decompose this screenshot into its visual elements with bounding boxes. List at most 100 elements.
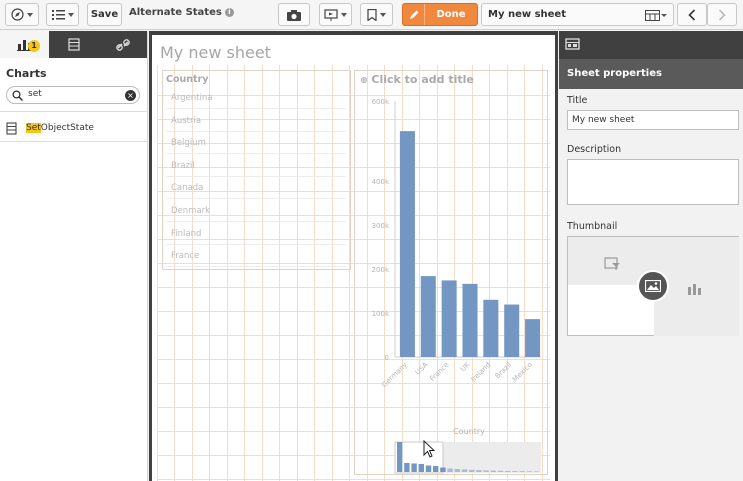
x-tick-label: France [428,361,450,383]
mini-chart-bar [454,469,460,472]
presentation-button[interactable] [319,3,352,26]
bar-chart-icon [688,284,701,295]
description-label: Description [567,144,622,155]
x-tick-label: Mexico [511,361,534,384]
list-icon [51,10,65,20]
search-value: set [28,89,42,99]
bar [462,283,478,357]
y-tick-label: 400k [372,178,390,186]
y-tick-label: 300k [372,222,390,230]
sheet-properties-icon[interactable] [565,38,581,52]
title-field[interactable]: My new sheet [567,110,739,130]
y-tick-label: 100k [372,310,390,318]
mini-chart-bar [533,471,540,472]
bookmark-icon [367,8,377,21]
mini-chart-bar [526,471,532,472]
navigation-compass-button[interactable] [5,3,39,26]
filter-pane-header: Country [166,74,209,85]
camera-icon [287,9,301,21]
title-label: Title [567,95,588,106]
result-label: ObjectState [40,123,94,133]
mini-chart-bar [447,468,453,472]
bookmark-button[interactable] [360,3,393,26]
compass-icon [11,8,24,21]
bar [420,276,436,357]
filter-item[interactable]: Belgium [166,132,346,155]
filter-item[interactable]: Finland [166,223,346,245]
y-tick-label: 600k [372,98,390,106]
filter-item[interactable]: Canada [166,177,346,200]
bar [504,304,520,357]
divider [0,111,147,112]
next-sheet-button[interactable] [707,3,737,26]
filter-item[interactable]: Austria [166,110,346,132]
master-items-icon [67,38,80,51]
mouse-cursor-icon [423,440,436,458]
alternate-states-label: Alternate States [129,7,222,18]
current-sheet-name: My new sheet [488,9,566,20]
properties-panel: Sheet properties Title My new sheet Desc… [559,31,743,481]
info-icon[interactable]: i [224,8,234,17]
x-tick-label: USA [414,361,430,377]
sheet-canvas[interactable]: My new sheet Country Argentina Austria Bel… [152,35,555,481]
filter-item[interactable]: Denmark [166,200,346,222]
mini-chart-bar [440,467,446,472]
chevron-right-icon [718,8,726,21]
assets-panel: 1 Charts set × Set ObjectState [0,31,148,481]
filter-item[interactable]: Brazil [166,155,346,177]
global-menu-button[interactable] [46,3,79,26]
mini-chart-bar [497,470,504,472]
mini-chart-bar [512,471,518,472]
save-button[interactable]: Save [87,3,122,26]
mini-chart-bar [505,471,511,472]
chart-result-setobjectstate[interactable]: Set ObjectState [6,120,94,136]
search-input[interactable]: set × [6,86,140,104]
tab-links[interactable] [98,31,147,58]
mini-chart-bar [461,469,468,472]
sheet-grid-icon[interactable] [645,9,667,30]
x-tick-label: Ireland [469,361,492,384]
grid-guide-line [157,479,550,480]
app-window: Save Alternate States i Done My new sheet [0,0,743,481]
thumbnail-label: Thumbnail [567,221,618,232]
sheet-title[interactable]: My new sheet [160,43,271,62]
mini-chart-bar [490,470,496,472]
x-tick-label: Brazil [494,361,514,381]
tab-charts[interactable]: 1 [0,31,49,58]
mini-chart-bar [476,470,482,472]
mini-chart-bar [483,470,489,472]
properties-header: Sheet properties [559,59,743,89]
chevron-left-icon [688,8,696,21]
bar [399,131,415,357]
filter-item[interactable]: Argentina [166,87,346,109]
mini-chart-bar [519,471,525,472]
search-icon [12,90,23,101]
y-tick-label: 0 [385,354,389,362]
bar [525,319,541,357]
filter-item[interactable]: France [166,245,346,268]
charts-section-title: Charts [6,67,47,80]
presentation-icon [324,8,338,21]
extension-object-icon [6,121,17,135]
mini-chart-bar [425,465,432,472]
thumbnail-picker[interactable] [567,236,739,336]
mini-chart-bar [411,463,417,472]
choose-image-button[interactable] [637,270,669,302]
previous-sheet-button[interactable] [677,3,707,26]
snapshot-button[interactable] [278,3,310,26]
mini-chart-bar [404,463,410,472]
country-filter-pane[interactable]: Country Argentina Austria Belgium Brazil Can… [162,70,351,270]
clear-search-icon[interactable]: × [125,90,136,101]
filter-pane-icon [604,257,620,270]
x-tick-label: UK [459,360,472,373]
done-editing-button[interactable]: Done [402,3,478,26]
image-icon [645,280,661,292]
tab-master-items[interactable] [49,31,98,58]
alternate-states-link[interactable]: Alternate States i [129,7,234,18]
properties-top-bar [559,31,743,59]
sheet-selector[interactable]: My new sheet [481,3,674,26]
bar-chart-plot: 0 100k 200k 300k 400k 600k Germany USAFrance UKI… [372,98,541,474]
x-tick-label: Germany [380,361,408,389]
bar-chart-object[interactable]: ⊕ Click to add title 0 100k 200k 300k 400k 60… [354,70,548,475]
description-field[interactable] [567,159,739,205]
